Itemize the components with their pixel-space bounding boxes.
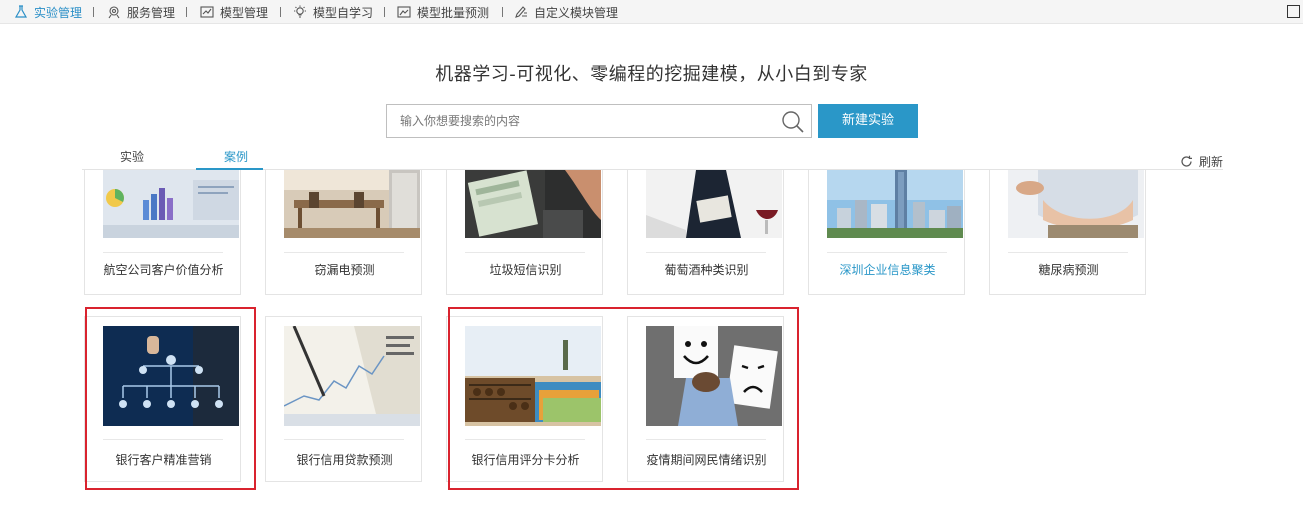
wine-bottle-photo — [646, 170, 782, 238]
window-maximize-button[interactable] — [1287, 5, 1300, 18]
card-divider — [1008, 252, 1128, 253]
financial-newspaper-photo — [284, 326, 420, 426]
case-title: 深圳企业信息聚类 — [839, 263, 936, 277]
service-gear-icon — [108, 6, 120, 19]
tab-cases[interactable]: 案例 — [224, 148, 248, 165]
case-thumbnail — [465, 170, 601, 238]
batch-predict-icon — [397, 6, 411, 18]
new-experiment-button[interactable]: 新建实验 — [818, 104, 918, 138]
case-thumbnail — [646, 170, 782, 238]
page-headline: 机器学习-可视化、零编程的挖掘建模，从小白到专家 — [435, 64, 868, 85]
case-card[interactable]: 糖尿病预测 — [989, 170, 1146, 295]
refresh-icon — [1181, 155, 1192, 167]
highlight-outline-scorecard-and-sentiment — [448, 307, 799, 490]
nav-item-experiment-management[interactable]: 实验管理 — [14, 3, 82, 21]
highlight-outline-bank-marketing — [85, 307, 256, 490]
nav-item-model-management[interactable]: 模型管理 — [200, 3, 268, 21]
pencil-list-icon — [515, 6, 527, 18]
nav-separator — [384, 7, 385, 17]
case-card[interactable]: 航空公司客户价值分析 — [84, 170, 241, 295]
case-card[interactable]: 葡萄酒种类识别 — [627, 170, 784, 295]
search-input[interactable] — [387, 105, 777, 137]
case-card[interactable]: 深圳企业信息聚类 — [808, 170, 965, 295]
search-box — [386, 104, 812, 138]
case-thumbnail — [103, 170, 239, 238]
card-divider — [103, 252, 223, 253]
model-chart-icon — [200, 6, 214, 18]
dining-room-photo — [284, 170, 420, 238]
nav-label: 模型自学习 — [313, 5, 374, 20]
case-title: 糖尿病预测 — [1038, 263, 1099, 277]
case-thumbnail — [1008, 170, 1144, 238]
nav-item-model-self-learning[interactable]: 模型自学习 — [293, 3, 373, 21]
top-nav-bar: 实验管理 服务管理 模型管理 模型自学习 模型批量预测 自定义模块管理 — [0, 0, 1303, 24]
case-thumbnail — [827, 170, 963, 238]
nav-label: 服务管理 — [127, 5, 176, 20]
card-divider — [465, 252, 585, 253]
case-title: 垃圾短信识别 — [489, 263, 562, 277]
refresh-button[interactable]: 刷新 — [1180, 153, 1223, 170]
nav-item-batch-prediction[interactable]: 模型批量预测 — [397, 3, 489, 21]
city-skyline-photo — [827, 170, 963, 238]
case-title: 航空公司客户价值分析 — [103, 263, 224, 277]
nav-separator — [186, 7, 187, 17]
nav-label: 模型批量预测 — [417, 5, 490, 20]
nav-item-service-management[interactable]: 服务管理 — [107, 3, 175, 21]
lightbulb-icon — [294, 5, 306, 18]
tab-experiments[interactable]: 实验 — [120, 148, 144, 165]
phone-sms-photo — [465, 170, 601, 238]
card-divider — [827, 252, 947, 253]
case-card[interactable]: 窃漏电预测 — [265, 170, 422, 295]
case-title: 葡萄酒种类识别 — [664, 263, 749, 277]
case-card[interactable]: 垃圾短信识别 — [446, 170, 603, 295]
nav-separator — [280, 7, 281, 17]
card-divider — [646, 252, 766, 253]
case-thumbnail — [284, 170, 420, 238]
case-card[interactable]: 银行信用贷款预测 — [265, 316, 422, 482]
case-title: 银行信用贷款预测 — [296, 453, 393, 467]
refresh-label: 刷新 — [1199, 155, 1224, 169]
nav-label: 实验管理 — [34, 5, 83, 20]
case-thumbnail — [284, 326, 420, 426]
nav-label: 模型管理 — [220, 5, 269, 20]
business-charts-photo — [103, 170, 239, 238]
search-icon[interactable] — [781, 110, 805, 134]
nav-item-custom-module-management[interactable]: 自定义模块管理 — [514, 3, 618, 21]
nav-label: 自定义模块管理 — [534, 5, 619, 20]
nav-separator — [502, 7, 503, 17]
belly-photo — [1008, 170, 1144, 238]
card-divider — [284, 252, 404, 253]
flask-icon — [14, 5, 28, 18]
case-title: 窃漏电预测 — [314, 263, 375, 277]
card-divider — [284, 439, 404, 440]
nav-separator — [93, 7, 94, 17]
